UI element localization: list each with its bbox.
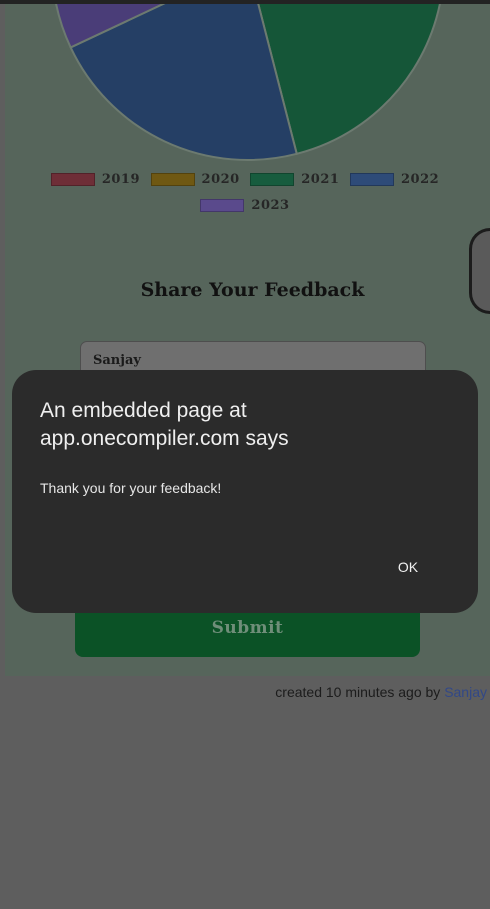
- legend-label: 2022: [400, 172, 440, 187]
- chart-legend-row-2: 2023: [25, 198, 465, 213]
- legend-item-2023[interactable]: 2023: [200, 198, 289, 213]
- side-handle[interactable]: [469, 228, 490, 314]
- feedback-title: Share Your Feedback: [140, 279, 365, 301]
- created-text: created 10 minutes ago by: [275, 684, 445, 700]
- legend-swatch-2021: [250, 173, 295, 186]
- legend-swatch-2023: [200, 199, 245, 212]
- dialog-message: Thank you for your feedback!: [40, 480, 222, 496]
- legend-swatch-2020: [150, 173, 195, 186]
- legend-label: 2020: [201, 172, 240, 187]
- author-link[interactable]: Sanjay: [444, 684, 487, 700]
- ok-button[interactable]: OK: [390, 555, 426, 579]
- legend-item-2020[interactable]: 2020: [150, 172, 240, 187]
- dialog-title: An embedded page at app.onecompiler.com …: [40, 399, 289, 450]
- chart-legend-row-1: 2019 2020 2021 2022: [25, 172, 465, 187]
- legend-item-2019[interactable]: 2019: [50, 172, 141, 187]
- legend-label: 2019: [101, 172, 141, 187]
- pie-chart: [55, 4, 441, 161]
- legend-label: 2023: [251, 198, 290, 213]
- name-input-value: Sanjay: [93, 353, 141, 368]
- created-line: created 10 minutes ago by Sanjay: [275, 684, 487, 700]
- legend-swatch-2019: [50, 173, 95, 186]
- legend-item-2022[interactable]: 2022: [349, 172, 440, 187]
- legend-item-2021[interactable]: 2021: [250, 172, 339, 187]
- legend-swatch-2022: [349, 173, 394, 186]
- legend-label: 2021: [301, 172, 340, 187]
- alert-dialog: An embedded page at app.onecompiler.com …: [12, 370, 478, 613]
